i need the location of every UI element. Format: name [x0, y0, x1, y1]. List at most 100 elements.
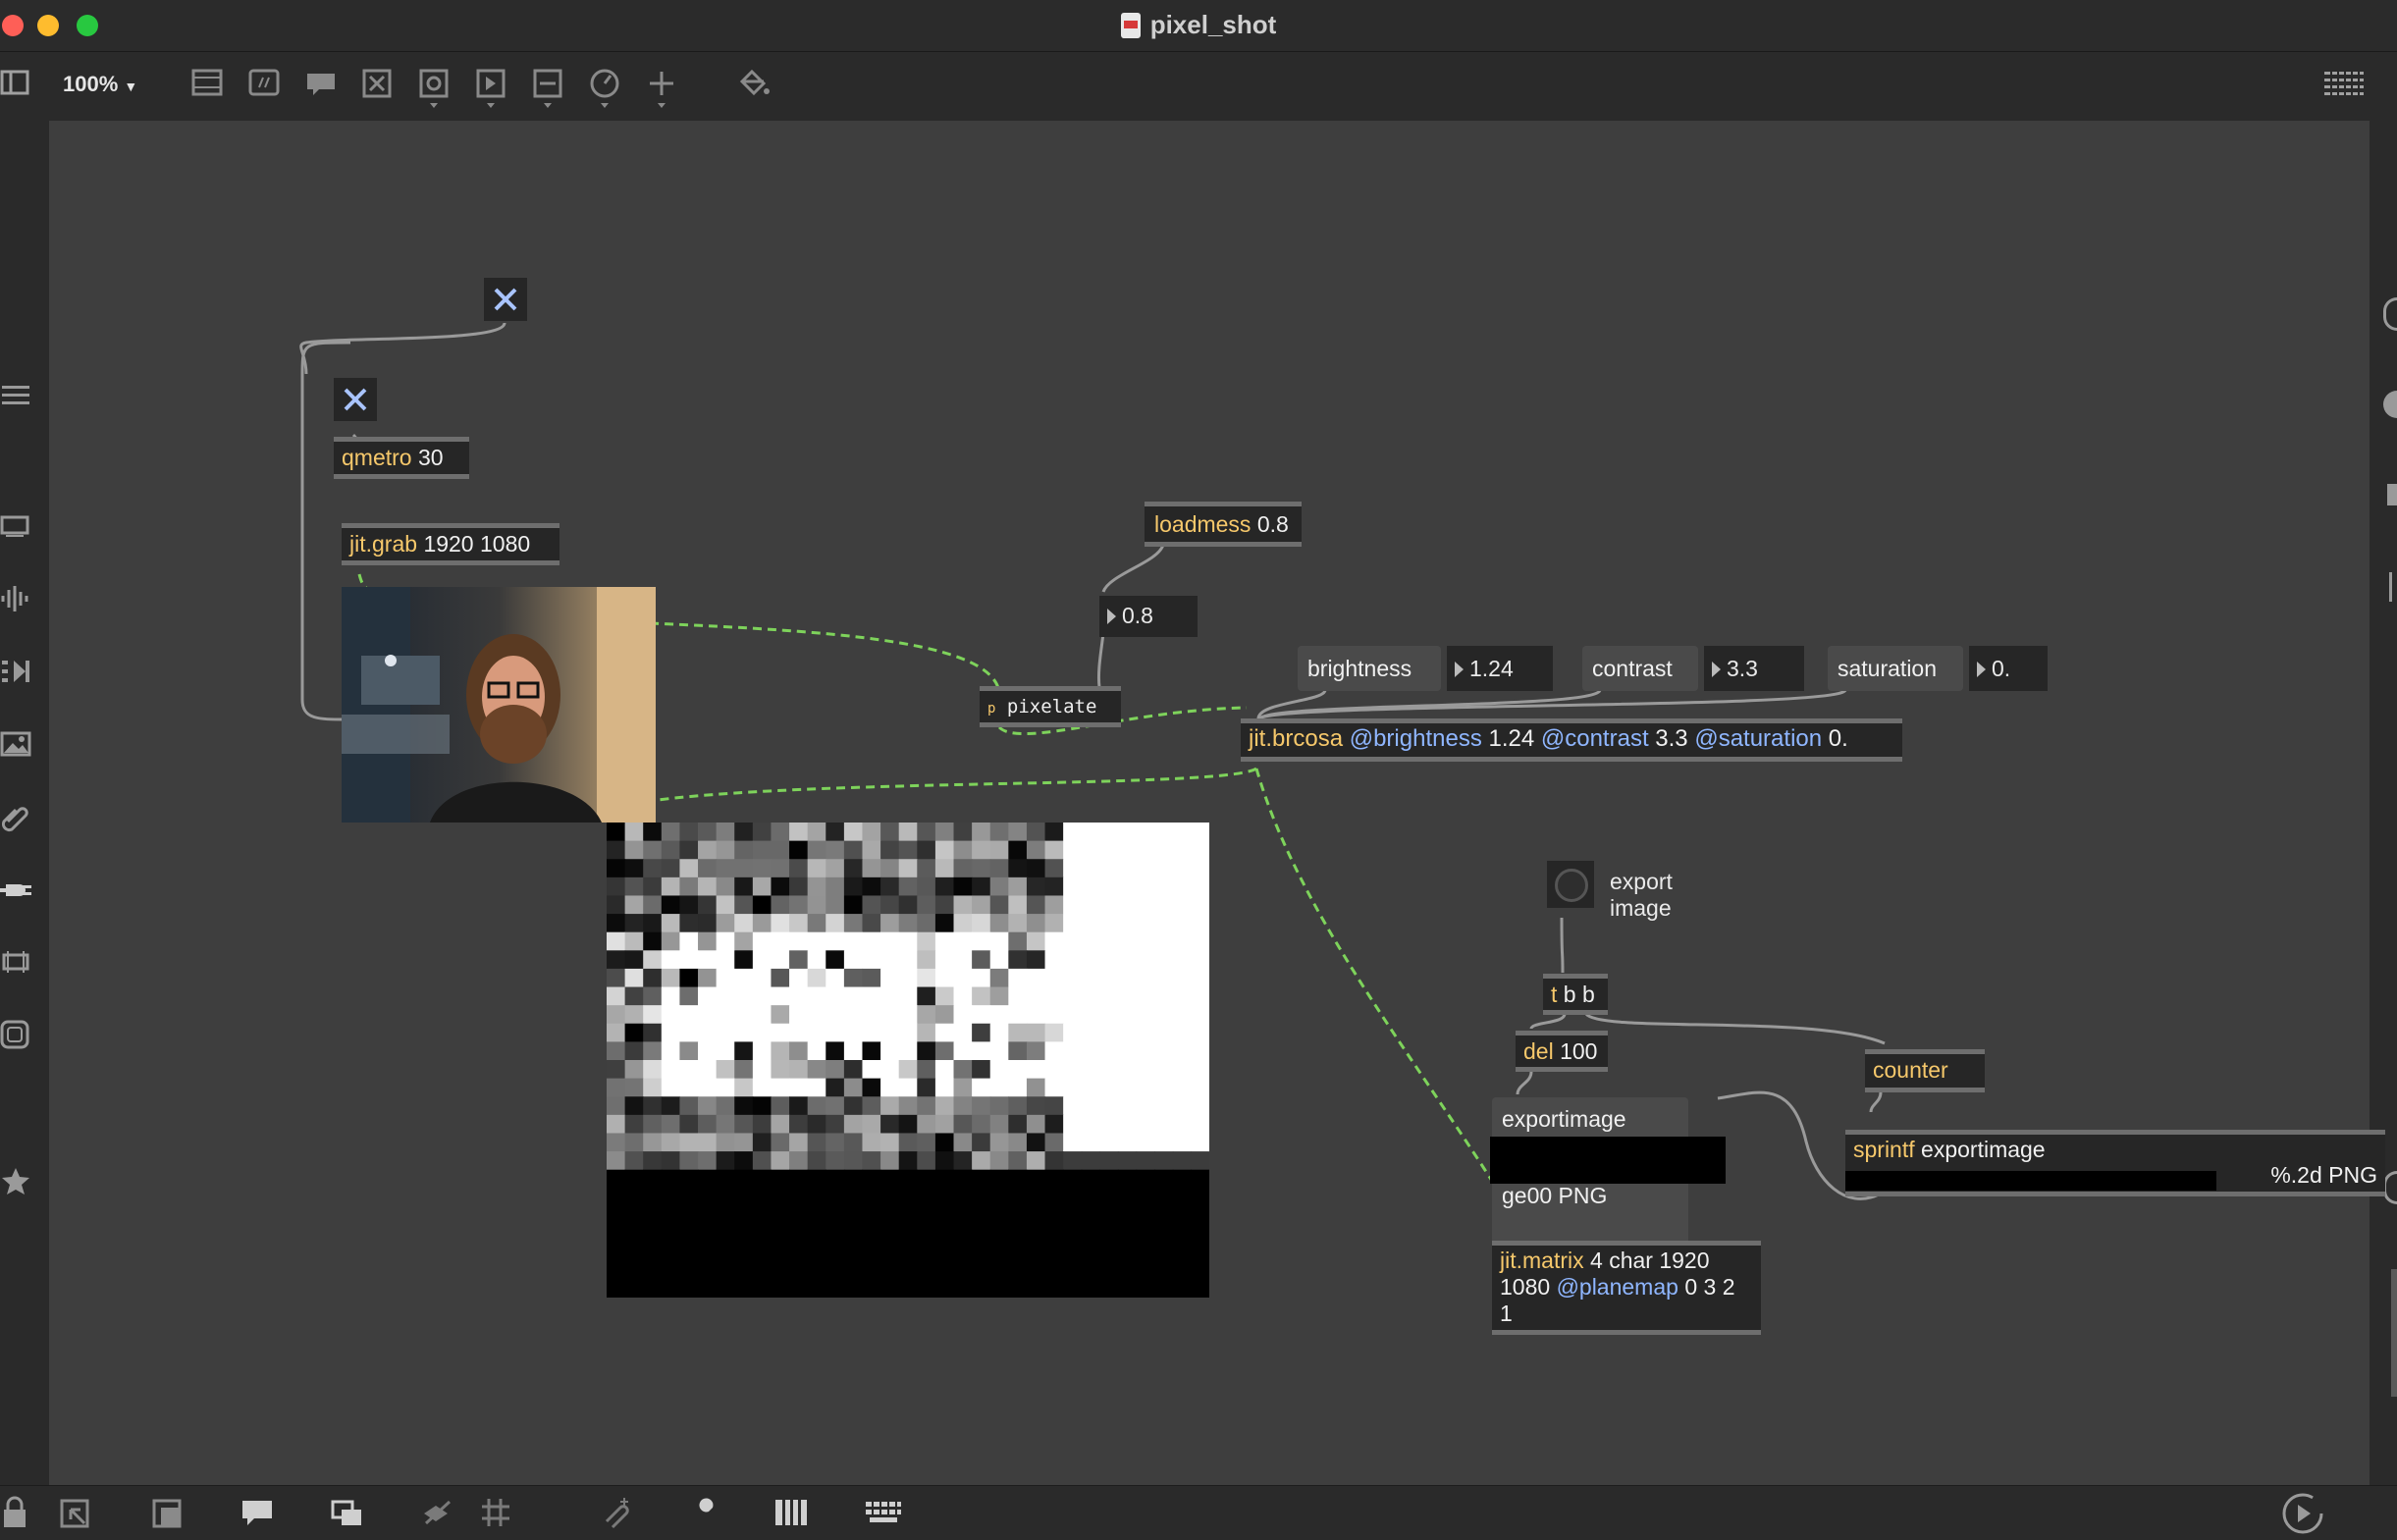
saturation-number-box[interactable]: 0.: [1969, 646, 2048, 691]
toggle-object-icon[interactable]: [418, 66, 452, 109]
console-icon[interactable]: [2389, 572, 2397, 602]
pixelated-output-pwindow[interactable]: [607, 823, 1209, 1298]
pixel-cell: [880, 1060, 900, 1080]
patch-cord[interactable]: [1097, 632, 1105, 688]
reference-icon[interactable]: [2387, 484, 2397, 505]
pixel-cell: [789, 1005, 809, 1025]
lock-icon[interactable]: [0, 1496, 29, 1534]
pixel-cell: [1063, 1169, 1083, 1189]
image-icon[interactable]: [0, 727, 33, 761]
pixel-cell: [643, 1188, 663, 1207]
list-icon[interactable]: [0, 378, 33, 411]
qmetro-object[interactable]: qmetro 30: [334, 437, 469, 479]
patch-cord[interactable]: [1560, 917, 1565, 974]
contrast-message[interactable]: contrast: [1582, 646, 1698, 691]
pixel-cell: [752, 1096, 772, 1116]
message-box-icon[interactable]: [247, 66, 281, 99]
pixel-cell: [679, 1114, 699, 1135]
pixel-cell: [1081, 1188, 1100, 1207]
paint-bucket-icon[interactable]: [736, 66, 772, 99]
patch-cord[interactable]: [1101, 544, 1165, 593]
snap-icon[interactable]: [601, 1496, 636, 1534]
patch-cord[interactable]: [1584, 1012, 1886, 1045]
frame-icon[interactable]: [0, 1018, 33, 1051]
pixel-size-number-box[interactable]: 0.8: [1099, 596, 1198, 637]
pixel-cell: [1044, 986, 1064, 1006]
brightness-message[interactable]: brightness: [1298, 646, 1441, 691]
button-object-icon[interactable]: [361, 66, 395, 99]
jitter-patch-cord[interactable]: [649, 621, 1001, 693]
pixel-cell: [826, 1243, 845, 1262]
pixel-cell: [1026, 840, 1046, 860]
jit-brcosa-object[interactable]: jit.brcosa @brightness 1.24 @contrast 3.…: [1241, 718, 1902, 762]
pixel-cell: [972, 950, 991, 970]
patcher-canvas[interactable]: qmetro 30 jit.grab 1920 1080 loadmess 0.…: [49, 121, 2385, 1485]
dial-object-icon[interactable]: [589, 66, 622, 109]
pixel-cell: [716, 1188, 735, 1207]
jitter-patch-cord[interactable]: [657, 767, 1257, 802]
toggle-qmetro[interactable]: [334, 378, 377, 421]
clue-icon[interactable]: [2383, 1171, 2397, 1204]
device-icon[interactable]: [0, 945, 33, 979]
export-bang-button[interactable]: [1547, 861, 1594, 908]
patcher-icon[interactable]: [151, 1496, 185, 1534]
vertical-scrollbar[interactable]: [2391, 1269, 2397, 1397]
max-patcher-file-icon: [1120, 13, 1141, 38]
loadmess-object[interactable]: loadmess 0.8: [1145, 502, 1302, 547]
pixel-cell: [698, 1078, 718, 1097]
delay-object[interactable]: del 100: [1516, 1031, 1608, 1072]
webcam-preview-pwindow[interactable]: [342, 587, 656, 823]
hide-icon[interactable]: [420, 1496, 455, 1534]
pixel-cell: [679, 1096, 699, 1116]
sequence-icon[interactable]: [0, 655, 33, 688]
patch-cord[interactable]: [1529, 1013, 1567, 1030]
number-object-icon[interactable]: [475, 66, 508, 109]
pixel-cell: [607, 1005, 626, 1025]
pixel-cell: [898, 1169, 918, 1189]
wrench-icon[interactable]: [689, 1496, 722, 1534]
add-object-icon[interactable]: [646, 66, 679, 109]
jitter-patch-cord[interactable]: [1254, 768, 1494, 1182]
jit-grab-object[interactable]: jit.grab 1920 1080: [342, 523, 559, 565]
patch-cord[interactable]: [1869, 1091, 1883, 1113]
grid-view-icon[interactable]: [2324, 66, 2364, 99]
pixel-cell: [1008, 914, 1028, 933]
saturation-message[interactable]: saturation: [1828, 646, 1963, 691]
patch-cord[interactable]: [1256, 688, 1847, 721]
contrast-number-box[interactable]: 3.3: [1704, 646, 1804, 691]
edit-icon[interactable]: [59, 1496, 92, 1534]
piano-icon[interactable]: [773, 1496, 809, 1534]
layers-icon[interactable]: [330, 1496, 365, 1534]
pixelate-subpatcher-object[interactable]: p pixelate: [980, 686, 1121, 727]
grid-icon[interactable]: [479, 1496, 512, 1534]
patch-cord[interactable]: [299, 322, 506, 375]
pixel-cell: [734, 876, 754, 897]
brightness-number-box[interactable]: 1.24: [1447, 646, 1553, 691]
help-icon[interactable]: [2383, 391, 2397, 418]
object-box-icon[interactable]: [190, 66, 224, 99]
pixel-cell: [1008, 1224, 1028, 1244]
pixel-cell: [771, 1279, 790, 1298]
waveform-icon[interactable]: [0, 582, 33, 615]
counter-object[interactable]: counter: [1865, 1049, 1985, 1092]
presentation-icon[interactable]: [0, 508, 33, 542]
trigger-bb-object[interactable]: t b b: [1543, 974, 1608, 1015]
keyboard-icon[interactable]: [864, 1496, 903, 1534]
comment-icon[interactable]: [304, 66, 338, 99]
comment-icon[interactable]: [240, 1496, 275, 1534]
pixel-cell: [1136, 1260, 1155, 1280]
pixel-cell: [698, 950, 718, 970]
inspector-icon[interactable]: [2383, 297, 2397, 331]
pixel-cell: [679, 895, 699, 915]
zoom-select[interactable]: 100% ▼: [63, 72, 137, 97]
paperclip-icon[interactable]: [0, 800, 33, 833]
plug-icon[interactable]: [0, 873, 33, 906]
play-icon[interactable]: [2281, 1492, 2324, 1540]
star-icon[interactable]: [0, 1165, 33, 1198]
jit-matrix-object[interactable]: jit.matrix 4 char 1920 1080 @planemap 0 …: [1492, 1241, 1761, 1335]
toggle-top[interactable]: [484, 278, 527, 321]
patch-cord[interactable]: [1516, 1071, 1533, 1095]
pixel-cell: [972, 840, 991, 860]
slider-object-icon[interactable]: [532, 66, 565, 109]
sidebar-toggle-icon[interactable]: [0, 66, 31, 99]
